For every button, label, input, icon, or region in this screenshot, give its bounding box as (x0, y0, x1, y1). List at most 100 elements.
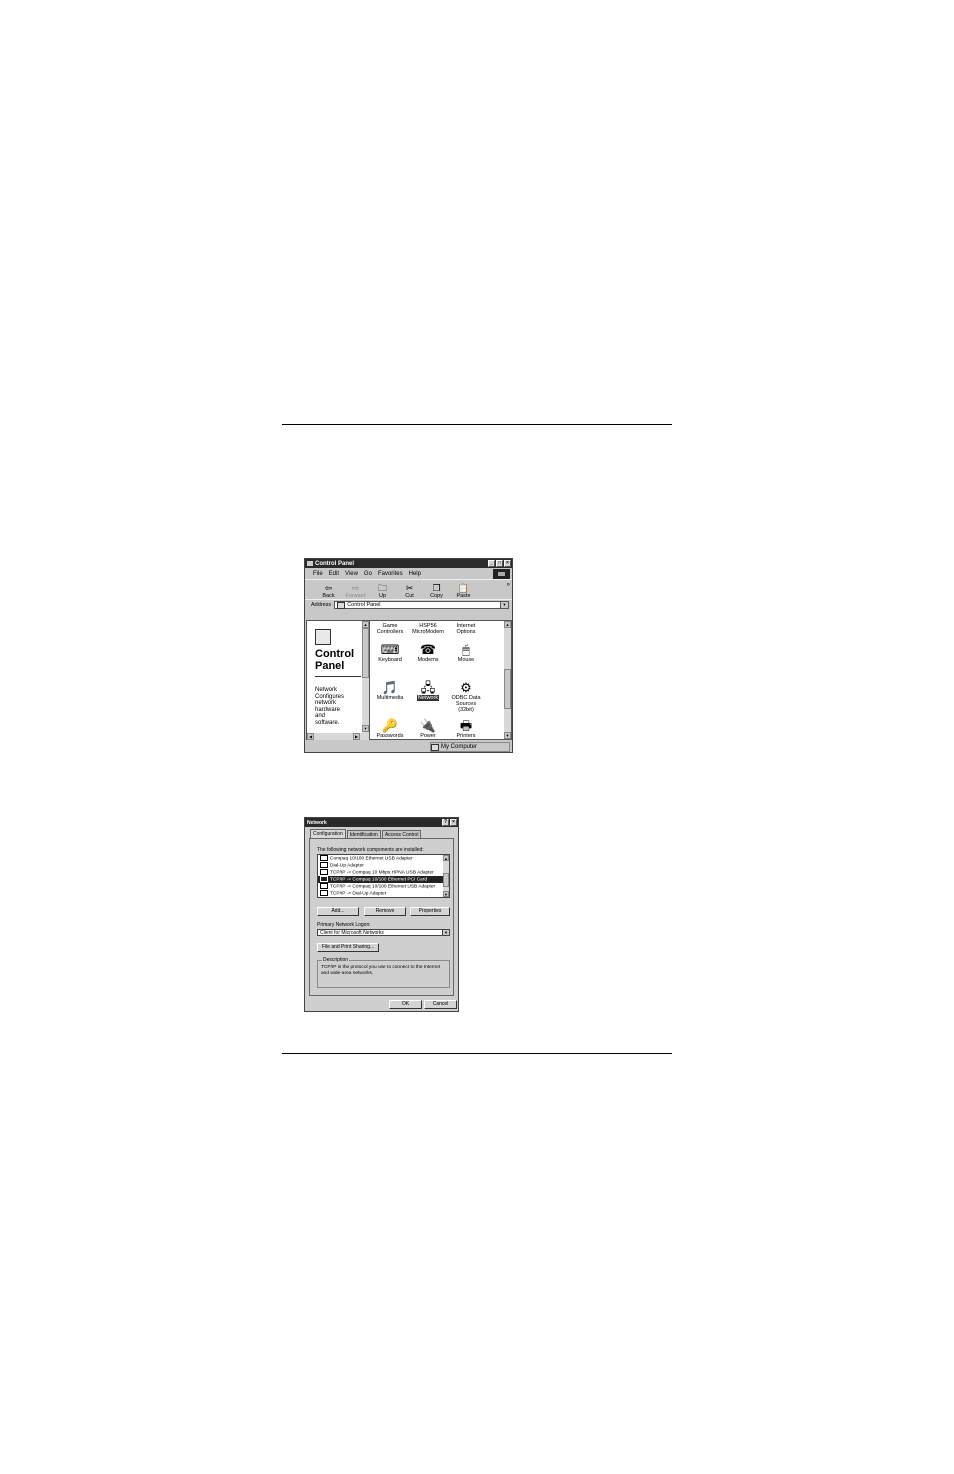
forward-button[interactable]: ⇨ Forward (342, 583, 369, 599)
icon-keyboard[interactable]: ⌨ Keyboard (372, 642, 408, 663)
list-item-text: Dial-Up Adapter (330, 863, 364, 869)
icon-label: Internet Options (456, 623, 476, 635)
icon-network[interactable]: 🖧 Network (410, 680, 446, 701)
icon-passwords[interactable]: 🔑 Passwords (372, 718, 408, 739)
tab-configuration[interactable]: Configuration (310, 829, 346, 838)
menu-item-edit[interactable]: Edit (329, 571, 339, 577)
menu-item-go[interactable]: Go (364, 571, 372, 577)
list-item[interactable]: TCP/IP -> Compaq 10/100 Ethernet PCI Car… (318, 876, 449, 883)
list-item-text: TCP/IP -> Compaq 10 Mbps HPNA USB Adapte… (330, 870, 434, 876)
copy-button[interactable]: ❐ Copy (423, 583, 450, 599)
list-item[interactable]: TCP/IP -> Dial-Up Adapter (318, 890, 449, 897)
scissors-icon: ✂ (405, 583, 414, 593)
scroll-up-arrow-icon[interactable]: ▲ (443, 855, 449, 861)
close-button[interactable]: × (450, 819, 457, 826)
adapter-icon (320, 862, 328, 868)
dialog-title: Network (307, 819, 327, 826)
toolbar-label: Forward (345, 593, 366, 599)
add-button[interactable]: Add... (317, 907, 359, 916)
icon-power[interactable]: 🔌 Power (410, 718, 446, 739)
list-item-text: Compaq 10/100 Ethernet USB Adapter (330, 856, 413, 862)
minimize-button[interactable]: _ (488, 560, 495, 567)
scroll-thumb[interactable] (362, 628, 369, 678)
cancel-button[interactable]: Cancel (424, 1000, 457, 1009)
scroll-up-arrow-icon[interactable]: ▲ (362, 621, 369, 628)
printers-icon: 🖶 (459, 718, 473, 733)
modems-icon: ☎ (419, 642, 437, 657)
address-label: Address (311, 602, 332, 608)
title-bar[interactable]: Network ? × (305, 818, 458, 827)
odbc-icon: ⚙ (460, 680, 472, 695)
list-item[interactable]: Compaq 10/100 Ethernet USB Adapter (318, 855, 449, 862)
scroll-right-arrow-icon[interactable]: ▶ (353, 733, 360, 740)
panel-divider (315, 676, 361, 677)
scroll-down-arrow-icon[interactable]: ▼ (362, 725, 369, 732)
icon-game[interactable]: Game Controllers (372, 623, 408, 635)
menu-bar: File Edit View Go Favorites Help (305, 568, 512, 579)
back-button[interactable]: ⇦ Back (315, 583, 342, 599)
icon-modems[interactable]: ☎ Modems (410, 642, 446, 663)
components-label: The following network components are ins… (317, 847, 424, 853)
icon-label: HSP56 MicroModem (412, 623, 444, 635)
close-button[interactable]: × (504, 560, 511, 567)
icon-label: Network (416, 695, 440, 701)
title-bar[interactable]: Control Panel _ □ × (305, 559, 512, 568)
left-panel-hscrollbar[interactable]: ◀ ▶ (307, 733, 369, 740)
icon-mouse[interactable]: 🖱 Mouse (448, 642, 484, 663)
scroll-down-arrow-icon[interactable]: ▼ (504, 732, 511, 739)
maximize-button[interactable]: □ (496, 560, 503, 567)
components-list[interactable]: Compaq 10/100 Ethernet USB Adapter Dial-U… (317, 854, 450, 898)
ok-button[interactable]: OK (389, 1000, 422, 1009)
paste-button[interactable]: 📋 Paste (450, 583, 477, 599)
adapter-icon (320, 855, 328, 861)
up-button[interactable]: 🗀 Up (369, 583, 396, 599)
status-bar: My Computer (306, 742, 511, 752)
protocol-icon (320, 869, 328, 875)
menu-item-view[interactable]: View (345, 571, 358, 577)
windows-logo-icon (493, 569, 510, 579)
help-button[interactable]: ? (442, 819, 449, 826)
scroll-up-arrow-icon[interactable]: ▲ (504, 621, 511, 628)
icon-internet[interactable]: Internet Options (448, 623, 484, 635)
multimedia-icon: 🎵 (381, 680, 399, 695)
icon-label: Power (420, 733, 436, 739)
list-scrollbar[interactable]: ▲ ▼ (443, 855, 449, 897)
scroll-left-arrow-icon[interactable]: ◀ (307, 733, 314, 740)
menu-item-file[interactable]: File (313, 571, 323, 577)
scroll-thumb[interactable] (504, 669, 511, 709)
icon-odbc-data[interactable]: ⚙ ODBC Data Sources (32bit) (448, 680, 484, 713)
properties-button[interactable]: Properties (410, 907, 450, 916)
list-item[interactable]: Dial-Up Adapter (318, 862, 449, 869)
chevron-down-icon[interactable]: ▼ (442, 930, 449, 935)
toolbar-label: Up (378, 593, 387, 599)
toolbar-label: Paste (456, 593, 471, 599)
left-panel-scrollbar[interactable]: ▲ ▼ (362, 621, 369, 733)
remove-button[interactable]: Remove (364, 907, 406, 916)
toolbar-more-icon[interactable]: » (507, 582, 510, 588)
panel-description: Network Configures network hardware and soft… (315, 687, 345, 726)
icon-hsp56[interactable]: HSP56 MicroModem (410, 623, 446, 635)
address-input[interactable]: Control Panel ▼ (334, 601, 509, 609)
icon-label: ODBC Data Sources (32bit) (451, 695, 481, 713)
menu-item-help[interactable]: Help (409, 571, 421, 577)
icon-view-scrollbar[interactable]: ▲ ▼ (504, 621, 511, 739)
list-item[interactable]: TCP/IP -> Compaq 10/100 Ethernet USB Ada… (318, 883, 449, 890)
scroll-thumb[interactable] (443, 873, 449, 887)
back-arrow-icon: ⇦ (324, 583, 333, 593)
scroll-down-arrow-icon[interactable]: ▼ (443, 891, 449, 897)
primary-logon-select[interactable]: Client for Microsoft Networks ▼ (317, 929, 450, 936)
address-bar: Address Control Panel ▼ (305, 599, 512, 610)
forward-arrow-icon: ⇨ (351, 583, 360, 593)
protocol-icon (320, 876, 328, 882)
list-item[interactable]: TCP/IP -> Compaq 10 Mbps HPNA USB Adapte… (318, 869, 449, 876)
computer-icon (431, 743, 439, 751)
file-print-sharing-button[interactable]: File and Print Sharing... (317, 943, 379, 952)
menu-item-favorites[interactable]: Favorites (378, 571, 403, 577)
address-dropdown-icon[interactable]: ▼ (500, 602, 508, 608)
icon-view: Game Controllers HSP56 MicroModem Internet… (369, 620, 512, 740)
control-panel-icon (337, 601, 346, 609)
cut-button[interactable]: ✂ Cut (396, 583, 423, 599)
icon-multimedia[interactable]: 🎵 Multimedia (372, 680, 408, 701)
toolbar-label: Copy (430, 593, 443, 599)
icon-printers[interactable]: 🖶 Printers (448, 718, 484, 739)
